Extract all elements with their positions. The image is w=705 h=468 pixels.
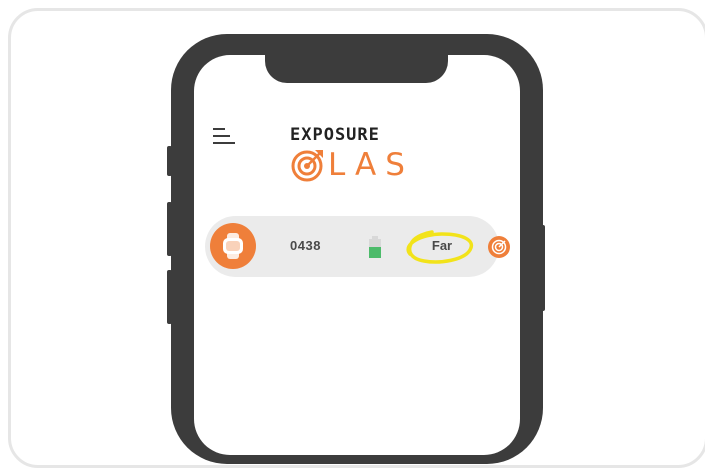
- battery-level-fill: [369, 247, 381, 258]
- smartwatch-icon: [223, 233, 243, 259]
- phone-notch: [265, 46, 448, 83]
- hamburger-menu-icon[interactable]: [213, 128, 235, 144]
- phone-power-button: [540, 225, 545, 311]
- device-avatar: [210, 223, 256, 269]
- phone-volume-up-button: [167, 202, 172, 256]
- phone-volume-down-button: [167, 270, 172, 324]
- device-id-label: 0438: [290, 238, 321, 253]
- brand-target-logo-icon: [291, 150, 323, 182]
- brand-name-line2: LAS: [328, 147, 414, 183]
- battery-icon: [369, 236, 381, 258]
- locate-device-button[interactable]: [488, 236, 510, 258]
- brand-name-line1: EXPOSURE: [290, 125, 380, 145]
- phone-side-button: [167, 146, 172, 176]
- distance-status-label: Far: [431, 238, 453, 253]
- target-icon: [491, 239, 507, 255]
